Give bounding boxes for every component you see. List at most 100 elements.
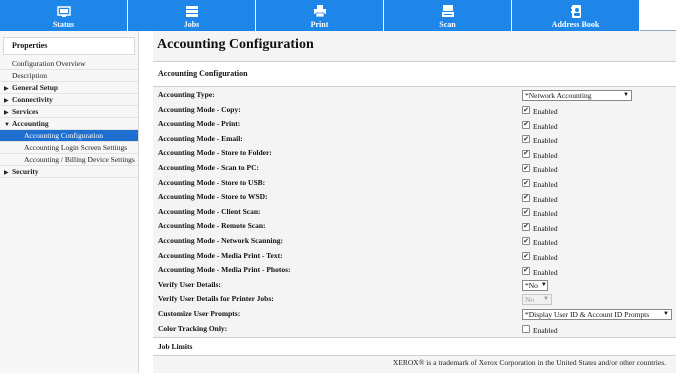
- checkbox-label: Enabled: [533, 223, 558, 233]
- mode-store-to-folder-label: Accounting Mode - Store to Folder:: [158, 148, 272, 158]
- sidebar-item-label: Description: [12, 71, 47, 80]
- form-row: Accounting Mode - Store to WSD: ✔ Enabled: [158, 190, 676, 205]
- mode-print-label: Accounting Mode - Print:: [158, 119, 241, 129]
- sidebar-item-connectivity[interactable]: ▶ Connectivity: [0, 94, 138, 106]
- sidebar-item-description[interactable]: Description: [0, 70, 138, 82]
- dropdown-arrow-icon: ▼: [623, 92, 629, 98]
- form-row: Accounting Mode - Media Print - Text: ✔ E…: [158, 249, 676, 264]
- sidebar-item-label: Accounting Login Screen Settings: [24, 143, 128, 152]
- tab-print[interactable]: Print: [256, 0, 384, 31]
- mode-media-print-text-label: Accounting Mode - Media Print - Text:: [158, 250, 283, 260]
- dropdown-arrow-icon: ▼: [543, 296, 549, 303]
- mode-store-to-wsd-checkbox[interactable]: ✔: [522, 193, 530, 202]
- mode-media-print-text-checkbox[interactable]: ✔: [522, 252, 530, 261]
- mode-remote-scan-checkbox[interactable]: ✔: [522, 222, 530, 231]
- checkbox-label: Enabled: [533, 180, 558, 190]
- form-row: Accounting Mode - Email: ✔ Enabled: [158, 132, 676, 147]
- tab-status[interactable]: Status: [0, 0, 128, 31]
- form-row: Accounting Mode - Copy: ✔ Enabled: [158, 103, 676, 118]
- form-row: Accounting Mode - Scan to PC: ✔ Enabled: [158, 161, 676, 176]
- form-row: Customize User Prompts: *Display User ID…: [158, 307, 676, 322]
- printer-icon: [313, 3, 327, 19]
- select-value: *Network Accounting: [525, 91, 592, 100]
- sidebar-item-general-setup[interactable]: ▶ General Setup: [0, 82, 138, 94]
- sidebar-item-label: Accounting / Billing Device Settings: [24, 155, 135, 164]
- mode-print-checkbox[interactable]: ✔: [522, 120, 530, 129]
- verify-user-details-label: Verify User Details:: [158, 279, 221, 289]
- sidebar-item-accounting[interactable]: ▼ Accounting: [0, 118, 138, 130]
- trademark-footer: XEROX® is a trademark of Xerox Corporati…: [392, 358, 666, 367]
- jobs-icon: [185, 3, 199, 19]
- main-content: Accounting Configuration Accounting Conf…: [153, 31, 676, 373]
- address-book-icon: [569, 3, 583, 19]
- customize-user-prompts-label: Customize User Prompts:: [158, 308, 241, 318]
- mode-store-to-folder-checkbox[interactable]: ✔: [522, 149, 530, 158]
- tab-status-label: Status: [52, 20, 75, 29]
- form-row: Verify User Details for Printer Jobs: No…: [158, 292, 676, 307]
- dropdown-arrow-icon: ▼: [663, 310, 669, 317]
- sidebar-item-accounting-configuration[interactable]: Accounting Configuration: [0, 130, 138, 142]
- mode-scan-to-pc-label: Accounting Mode - Scan to PC:: [158, 162, 260, 172]
- mode-client-scan-label: Accounting Mode - Client Scan:: [158, 206, 261, 216]
- form-row: Accounting Mode - Store to USB: ✔ Enabled: [158, 176, 676, 191]
- mode-media-print-photos-label: Accounting Mode - Media Print - Photos:: [158, 265, 291, 275]
- mode-media-print-photos-checkbox[interactable]: ✔: [522, 266, 530, 275]
- sidebar-item-services[interactable]: ▶ Services: [0, 106, 138, 118]
- tab-jobs[interactable]: Jobs: [128, 0, 256, 31]
- mode-network-scanning-label: Accounting Mode - Network Scanning:: [158, 235, 283, 245]
- settings-form: Accounting Type: *Network Accounting ▼ Ac…: [158, 88, 676, 336]
- mode-email-label: Accounting Mode - Email:: [158, 133, 243, 143]
- checkbox-label: Enabled: [533, 253, 558, 263]
- triangle-right-icon: ▶: [4, 170, 9, 176]
- accounting-type-select[interactable]: *Network Accounting ▼: [522, 90, 632, 101]
- job-limits-section[interactable]: Job Limits: [153, 337, 676, 356]
- mode-scan-to-pc-checkbox[interactable]: ✔: [522, 164, 530, 173]
- sidebar-item-label: Connectivity: [12, 95, 53, 104]
- tab-scan[interactable]: Scan: [384, 0, 512, 31]
- sidebar-title: Properties: [3, 37, 135, 55]
- form-row: Accounting Mode - Remote Scan: ✔ Enabled: [158, 219, 676, 234]
- mode-copy-checkbox[interactable]: ✔: [522, 106, 530, 115]
- form-row: Accounting Mode - Print: ✔ Enabled: [158, 117, 676, 132]
- checkbox-label: Enabled: [533, 238, 558, 248]
- sidebar-item-label: Services: [12, 107, 39, 116]
- sidebar: Properties Configuration Overview Descri…: [0, 31, 139, 373]
- sidebar-item-label: General Setup: [12, 83, 59, 92]
- checkbox-label: Enabled: [533, 136, 558, 146]
- checkbox-label: Enabled: [533, 107, 558, 117]
- form-row: Accounting Mode - Network Scanning: ✔ Ena…: [158, 234, 676, 249]
- tab-scan-label: Scan: [439, 20, 456, 29]
- sidebar-item-security[interactable]: ▶ Security: [0, 166, 138, 178]
- mode-store-to-usb-checkbox[interactable]: ✔: [522, 179, 530, 188]
- color-tracking-checkbox[interactable]: [522, 325, 530, 333]
- tab-print-label: Print: [310, 20, 329, 29]
- select-value: No: [525, 295, 535, 305]
- checkbox-label: Enabled: [533, 267, 558, 277]
- sidebar-item-configuration-overview[interactable]: Configuration Overview: [0, 58, 138, 70]
- sidebar-item-accounting-billing-device-settings[interactable]: Accounting / Billing Device Settings: [0, 154, 138, 166]
- sidebar-item-label: Accounting: [12, 119, 49, 128]
- verify-printer-jobs-select[interactable]: No ▼: [522, 294, 552, 306]
- mode-email-checkbox[interactable]: ✔: [522, 135, 530, 144]
- form-row: Accounting Mode - Media Print - Photos: …: [158, 263, 676, 278]
- tab-jobs-label: Jobs: [183, 20, 200, 29]
- tab-address-book[interactable]: Address Book: [512, 0, 640, 31]
- form-row: Accounting Type: *Network Accounting ▼: [158, 88, 676, 103]
- section-heading: Accounting Configuration: [153, 61, 676, 87]
- mode-store-to-usb-label: Accounting Mode - Store to USB:: [158, 177, 266, 187]
- sidebar-item-label: Security: [12, 167, 39, 176]
- top-nav: Status Jobs Print Scan Address Book: [0, 0, 676, 31]
- checkbox-label: Enabled: [533, 194, 558, 204]
- checkbox-label: Enabled: [533, 150, 558, 160]
- checkbox-label: Enabled: [533, 326, 558, 335]
- verify-user-details-select[interactable]: *No ▼: [522, 279, 548, 291]
- sidebar-item-accounting-login-screen-settings[interactable]: Accounting Login Screen Settings: [0, 142, 138, 154]
- mode-network-scanning-checkbox[interactable]: ✔: [522, 237, 530, 246]
- dropdown-arrow-icon: ▼: [540, 281, 547, 288]
- page-title: Accounting Configuration: [157, 37, 314, 52]
- mode-client-scan-checkbox[interactable]: ✔: [522, 208, 530, 217]
- accounting-type-label: Accounting Type:: [158, 90, 215, 99]
- customize-user-prompts-select[interactable]: *Display User ID & Account ID Prompts ▼: [522, 308, 672, 320]
- checkbox-label: Enabled: [533, 121, 558, 131]
- checkbox-label: Enabled: [533, 165, 558, 175]
